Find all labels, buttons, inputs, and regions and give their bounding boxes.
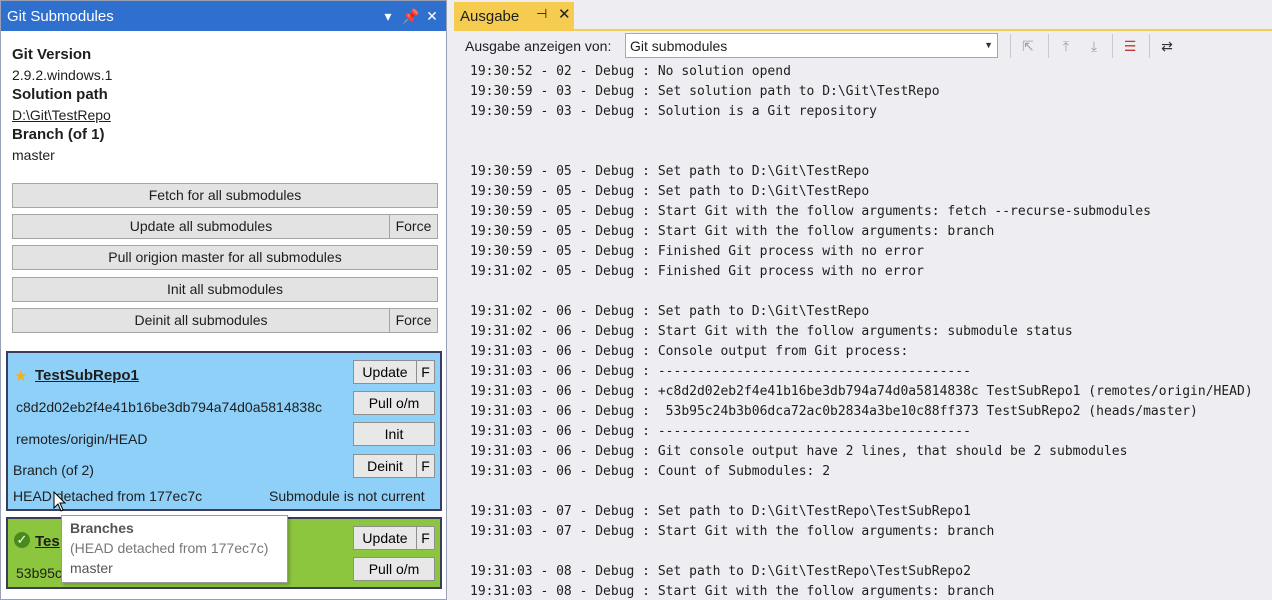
output-line: 19:31:02 - 06 - Debug : Start Git with t… [470, 324, 1073, 339]
output-panel: Ausgabe ⊣ ✕ Ausgabe anzeigen von: Git su… [448, 0, 1272, 600]
submodule-name[interactable]: TestSubRepo1 [35, 367, 139, 384]
output-line: 19:31:03 - 06 - Debug : Git console outp… [470, 444, 1128, 459]
output-text-area[interactable]: 19:30:52 - 02 - Debug : No solution open… [462, 62, 1272, 600]
submodule-init-button[interactable]: Init [353, 422, 435, 446]
panel-title-bar: Git Submodules ▾ 📌 ✕ [1, 1, 446, 31]
check-icon: ✓ [14, 532, 30, 548]
submodule-status: Submodule is not current [269, 488, 425, 504]
output-line: 19:30:59 - 03 - Debug : Set solution pat… [470, 84, 940, 99]
output-line: 19:31:03 - 06 - Debug : Count of Submodu… [470, 464, 831, 479]
submodule-deinit-force-button[interactable]: F [416, 454, 435, 478]
toolbar-separator [1048, 34, 1049, 58]
mouse-cursor-icon [53, 491, 67, 512]
git-version-value: 2.9.2.windows.1 [12, 67, 113, 83]
git-version-label: Git Version [12, 46, 92, 63]
submodule-update-button[interactable]: Update [353, 360, 417, 384]
submodule-update-button[interactable]: Update [353, 526, 417, 550]
pull-all-button[interactable]: Pull origion master for all submodules [12, 245, 438, 270]
clear-all-icon[interactable]: ☰ [1120, 36, 1140, 56]
submodule-update-force-button[interactable]: F [416, 360, 435, 384]
tooltip-title: Branches [70, 520, 134, 536]
output-line: 19:30:59 - 05 - Debug : Set path to D:\G… [470, 164, 870, 179]
output-line: 19:31:02 - 05 - Debug : Finished Git pro… [470, 264, 924, 279]
output-line: 19:31:03 - 06 - Debug : ----------------… [470, 364, 971, 379]
output-line: 19:31:03 - 07 - Debug : Start Git with t… [470, 524, 995, 539]
output-line: 19:31:03 - 08 - Debug : Set path to D:\G… [470, 564, 971, 579]
previous-message-icon[interactable]: ⤒ [1056, 36, 1076, 56]
branch-value: master [12, 147, 55, 163]
solution-path-label: Solution path [12, 86, 108, 103]
git-submodules-panel: Git Submodules ▾ 📌 ✕ Git Version 2.9.2.w… [0, 0, 447, 600]
panel-title: Git Submodules [7, 8, 114, 25]
submodule-card: ★ TestSubRepo1 c8d2d02eb2f4e41b16be3db79… [6, 351, 442, 511]
output-line: 19:30:59 - 05 - Debug : Start Git with t… [470, 224, 995, 239]
tab-strip-underline [454, 29, 1272, 31]
output-line: 19:31:03 - 06 - Debug : 53b95c24b3b06dca… [470, 404, 1198, 419]
output-line: 19:31:03 - 06 - Debug : Console output f… [470, 344, 909, 359]
output-source-select[interactable]: Git submodules ▼ [625, 33, 998, 58]
selected-source: Git submodules [630, 38, 728, 54]
dropdown-icon[interactable]: ▾ [380, 7, 396, 25]
submodule-deinit-button[interactable]: Deinit [353, 454, 417, 478]
chevron-down-icon: ▼ [984, 40, 993, 50]
next-message-icon[interactable]: ⤓ [1084, 36, 1104, 56]
tab-label: Ausgabe [460, 8, 520, 25]
output-line: 19:30:52 - 02 - Debug : No solution open… [470, 64, 791, 79]
output-line: 19:31:03 - 08 - Debug : Start Git with t… [470, 584, 995, 599]
output-line: 19:31:02 - 06 - Debug : Set path to D:\G… [470, 304, 870, 319]
update-all-force-button[interactable]: Force [389, 214, 438, 239]
deinit-all-force-button[interactable]: Force [389, 308, 438, 333]
show-output-label: Ausgabe anzeigen von: [465, 38, 612, 54]
tab-ausgabe[interactable]: Ausgabe ⊣ ✕ [454, 2, 574, 30]
pin-icon[interactable]: 📌 [402, 7, 419, 25]
submodule-update-force-button[interactable]: F [416, 526, 435, 550]
branch-label: Branch (of 1) [12, 126, 105, 143]
close-icon[interactable]: ✕ [558, 5, 571, 23]
submodule-remote: remotes/origin/HEAD [16, 431, 148, 447]
output-line: 19:30:59 - 05 - Debug : Start Git with t… [470, 204, 1151, 219]
find-message-icon[interactable]: ⇱ [1018, 36, 1038, 56]
branches-tooltip: Branches (HEAD detached from 177ec7c) ma… [61, 515, 288, 583]
submodule-hash: c8d2d02eb2f4e41b16be3db794a74d0a5814838c [16, 399, 322, 415]
output-line: 19:30:59 - 05 - Debug : Finished Git pro… [470, 244, 924, 259]
output-line: 19:30:59 - 03 - Debug : Solution is a Gi… [470, 104, 877, 119]
word-wrap-icon[interactable]: ⇄ [1157, 36, 1177, 56]
toolbar-separator [1010, 34, 1011, 58]
toolbar-separator [1112, 34, 1113, 58]
init-all-button[interactable]: Init all submodules [12, 277, 438, 302]
output-line: 19:31:03 - 06 - Debug : +c8d2d02eb2f4e41… [470, 384, 1253, 399]
pin-icon[interactable]: ⊣ [536, 6, 547, 22]
submodule-branch-label: Branch (of 2) [13, 462, 94, 478]
submodule-pull-button[interactable]: Pull o/m [353, 557, 435, 581]
update-all-button[interactable]: Update all submodules [12, 214, 390, 239]
submodule-pull-button[interactable]: Pull o/m [353, 391, 435, 415]
output-line: 19:30:59 - 05 - Debug : Set path to D:\G… [470, 184, 870, 199]
deinit-all-button[interactable]: Deinit all submodules [12, 308, 390, 333]
toolbar-separator [1149, 34, 1150, 58]
output-line: 19:31:03 - 07 - Debug : Set path to D:\G… [470, 504, 971, 519]
star-icon: ★ [14, 368, 28, 385]
close-icon[interactable]: ✕ [424, 7, 440, 25]
tooltip-line: (HEAD detached from 177ec7c) [70, 540, 269, 556]
submodule-hash: 53b95c [16, 565, 62, 581]
output-line: 19:31:03 - 06 - Debug : ----------------… [470, 424, 971, 439]
submodule-head-status[interactable]: HEAD detached from 177ec7c [13, 488, 202, 504]
tooltip-line: master [70, 560, 113, 576]
fetch-all-button[interactable]: Fetch for all submodules [12, 183, 438, 208]
submodule-name[interactable]: Tes [35, 533, 60, 550]
solution-path-link[interactable]: D:\Git\TestRepo [12, 107, 111, 123]
